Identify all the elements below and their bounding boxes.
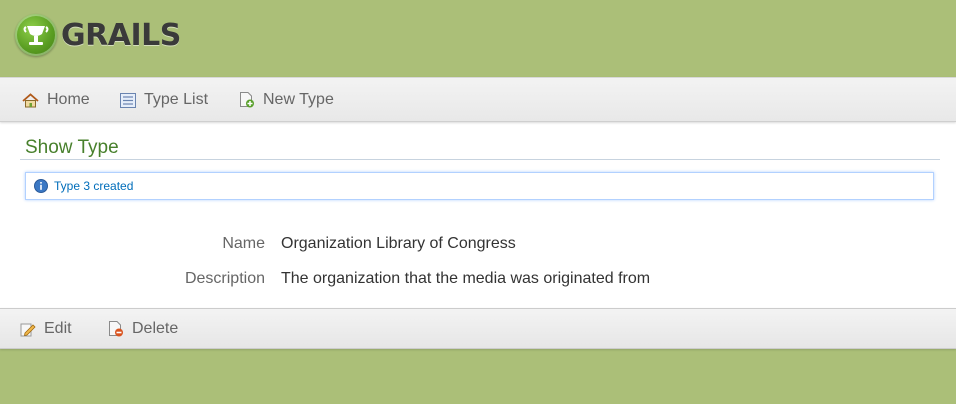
info-icon [34, 179, 48, 193]
pencil-icon [20, 323, 36, 337]
edit-button[interactable]: Edit [20, 309, 72, 349]
nav-home-link[interactable]: Home [22, 78, 90, 122]
button-bar: Edit Delete [0, 308, 956, 349]
grails-cup-icon [15, 14, 57, 56]
property-label-name: Name [222, 235, 265, 252]
edit-button-label: Edit [44, 320, 72, 337]
delete-document-icon [109, 321, 123, 337]
title-divider [20, 159, 940, 160]
property-label-description: Description [184, 270, 265, 287]
status-message-text: Type 3 created [54, 179, 134, 193]
logo-text: GRAILS [61, 17, 181, 53]
status-message: Type 3 created [25, 172, 934, 200]
new-document-icon [240, 92, 254, 108]
delete-button-label: Delete [132, 320, 179, 337]
nav-new-type-link[interactable]: New Type [239, 78, 334, 122]
property-value-name: Organization Library of Congress [281, 235, 516, 252]
page-footer [0, 366, 956, 404]
navigation-bar: Home Type List New Type [0, 77, 956, 122]
nav-type-list-label: Type List [144, 91, 209, 108]
grails-logo[interactable]: GRAILS [15, 14, 181, 56]
home-icon [22, 92, 39, 107]
nav-new-type-label: New Type [263, 91, 334, 108]
page-title: Show Type [25, 137, 119, 158]
grails-header: GRAILS [0, 0, 956, 77]
nav-type-list-link[interactable]: Type List [120, 78, 208, 122]
delete-button[interactable]: Delete [108, 309, 178, 349]
main-panel: Home Type List New Type Show Type Type 3… [0, 77, 956, 349]
nav-home-label: Home [47, 91, 90, 108]
list-icon [120, 92, 136, 108]
property-value-description: The organization that the media was orig… [281, 270, 651, 287]
